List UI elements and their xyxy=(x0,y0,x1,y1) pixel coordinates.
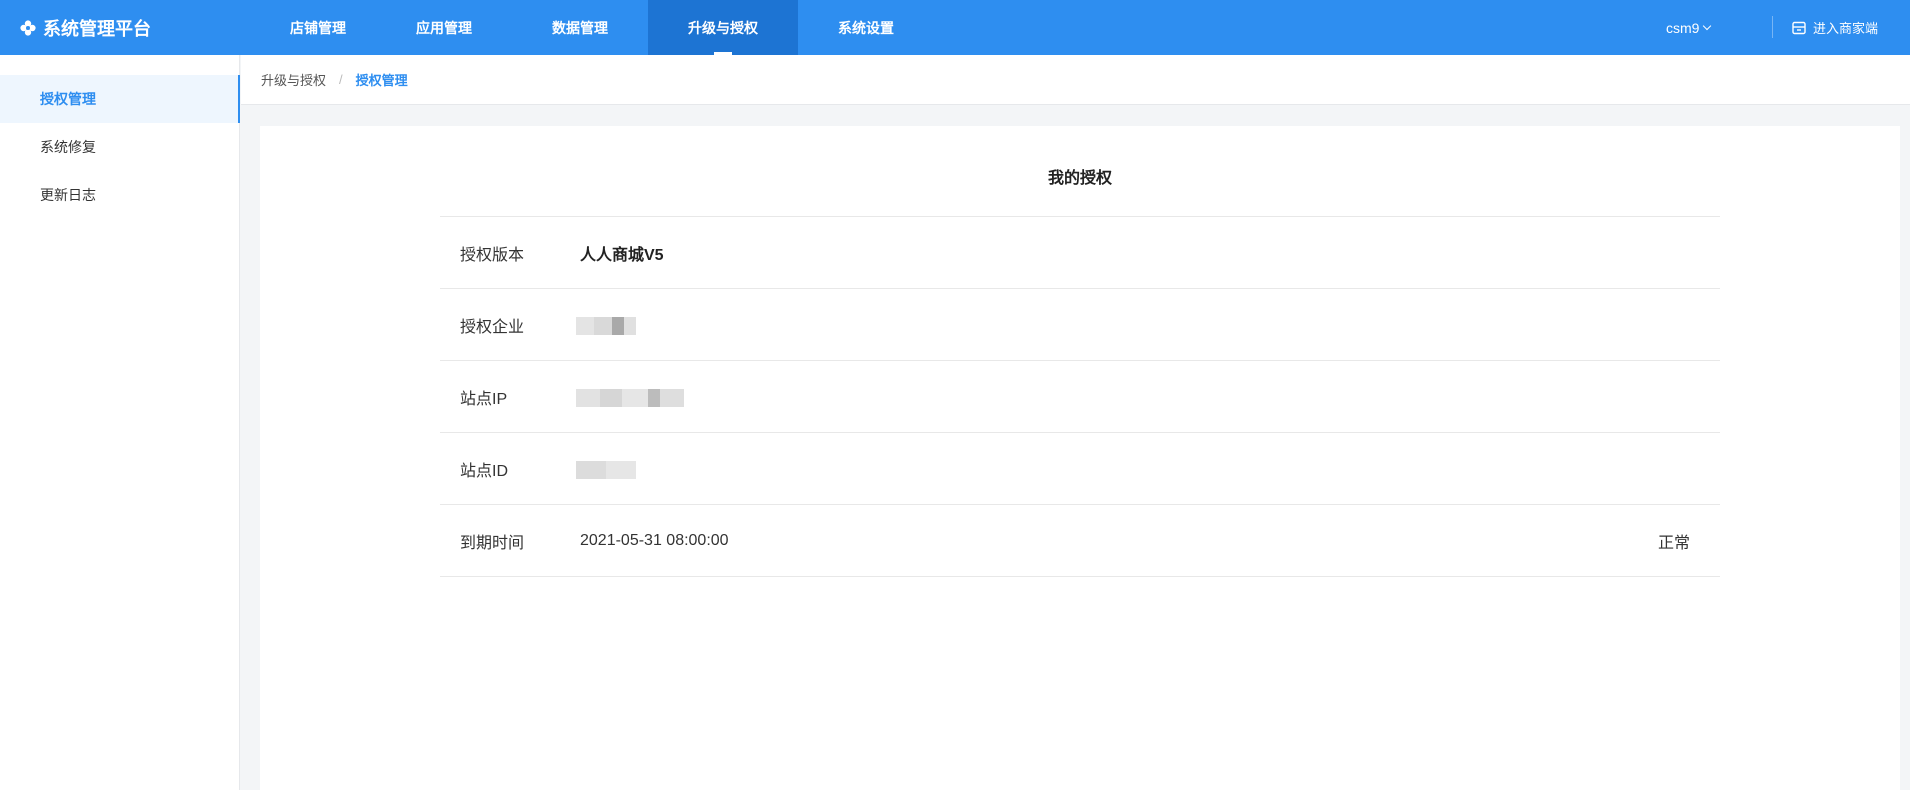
breadcrumb-current: 授权管理 xyxy=(355,73,408,88)
license-row-expiry: 到期时间 2021-05-31 08:00:00 正常 xyxy=(440,505,1720,577)
sidebar-item-label: 更新日志 xyxy=(40,187,96,203)
username: csm9 xyxy=(1666,19,1700,36)
status-badge: 正常 xyxy=(1657,535,1690,552)
tab-store-management[interactable]: 店铺管理 xyxy=(262,0,374,55)
redacted-company-value xyxy=(576,317,636,335)
sidebar-item-system-repair[interactable]: 系统修复 xyxy=(0,123,240,171)
divider xyxy=(1772,16,1773,38)
sidebar: 授权管理 系统修复 更新日志 xyxy=(0,55,240,790)
row-label: 授权版本 xyxy=(460,247,525,264)
sidebar-item-label: 系统修复 xyxy=(40,139,96,155)
breadcrumb-parent[interactable]: 升级与授权 xyxy=(261,70,326,89)
breadcrumb-separator: / xyxy=(339,72,343,87)
expiry-date-value: 2021-05-31 08:00:00 xyxy=(580,532,729,549)
license-row-company: 授权企业 xyxy=(440,289,1720,361)
shop-icon xyxy=(1792,21,1806,34)
redacted-ip-value xyxy=(576,389,684,407)
license-info-table: 授权版本 人人商城V5 授权企业 站点IP 站点ID 到期时间 2021-05-… xyxy=(440,216,1720,577)
enter-merchant-button[interactable]: 进入商家端 xyxy=(1792,0,1878,55)
user-menu[interactable]: csm9 xyxy=(1666,0,1712,55)
license-row-site-id: 站点ID xyxy=(440,433,1720,505)
flower-icon xyxy=(20,19,36,36)
row-label: 站点IP xyxy=(460,391,508,408)
sidebar-item-license-management[interactable]: 授权管理 xyxy=(0,75,240,123)
chevron-down-icon xyxy=(1703,21,1712,30)
license-card: 我的授权 授权版本 人人商城V5 授权企业 站点IP 站点ID 到期时间 202… xyxy=(260,126,1900,790)
redacted-site-id-value xyxy=(576,461,636,479)
tab-data-management[interactable]: 数据管理 xyxy=(524,0,636,55)
top-navigation-bar: 系统管理平台 店铺管理 应用管理 数据管理 升级与授权 系统设置 csm9 进入… xyxy=(0,0,1910,55)
row-label: 授权企业 xyxy=(460,319,525,336)
app-title: 系统管理平台 xyxy=(43,18,151,39)
tab-upgrade-license[interactable]: 升级与授权 xyxy=(648,0,798,55)
app-brand[interactable]: 系统管理平台 xyxy=(20,0,151,55)
row-label: 到期时间 xyxy=(460,535,525,552)
license-version-value: 人人商城V5 xyxy=(580,247,664,264)
page-title: 我的授权 xyxy=(1047,170,1112,187)
sidebar-item-label: 授权管理 xyxy=(40,91,96,107)
breadcrumb: 升级与授权 / 授权管理 xyxy=(241,55,1910,105)
tab-system-settings[interactable]: 系统设置 xyxy=(808,0,924,55)
sidebar-item-update-log[interactable]: 更新日志 xyxy=(0,171,240,219)
tab-app-management[interactable]: 应用管理 xyxy=(388,0,500,55)
license-row-version: 授权版本 人人商城V5 xyxy=(440,217,1720,289)
enter-merchant-label: 进入商家端 xyxy=(1813,21,1879,36)
license-row-site-ip: 站点IP xyxy=(440,361,1720,433)
row-label: 站点ID xyxy=(460,463,509,480)
